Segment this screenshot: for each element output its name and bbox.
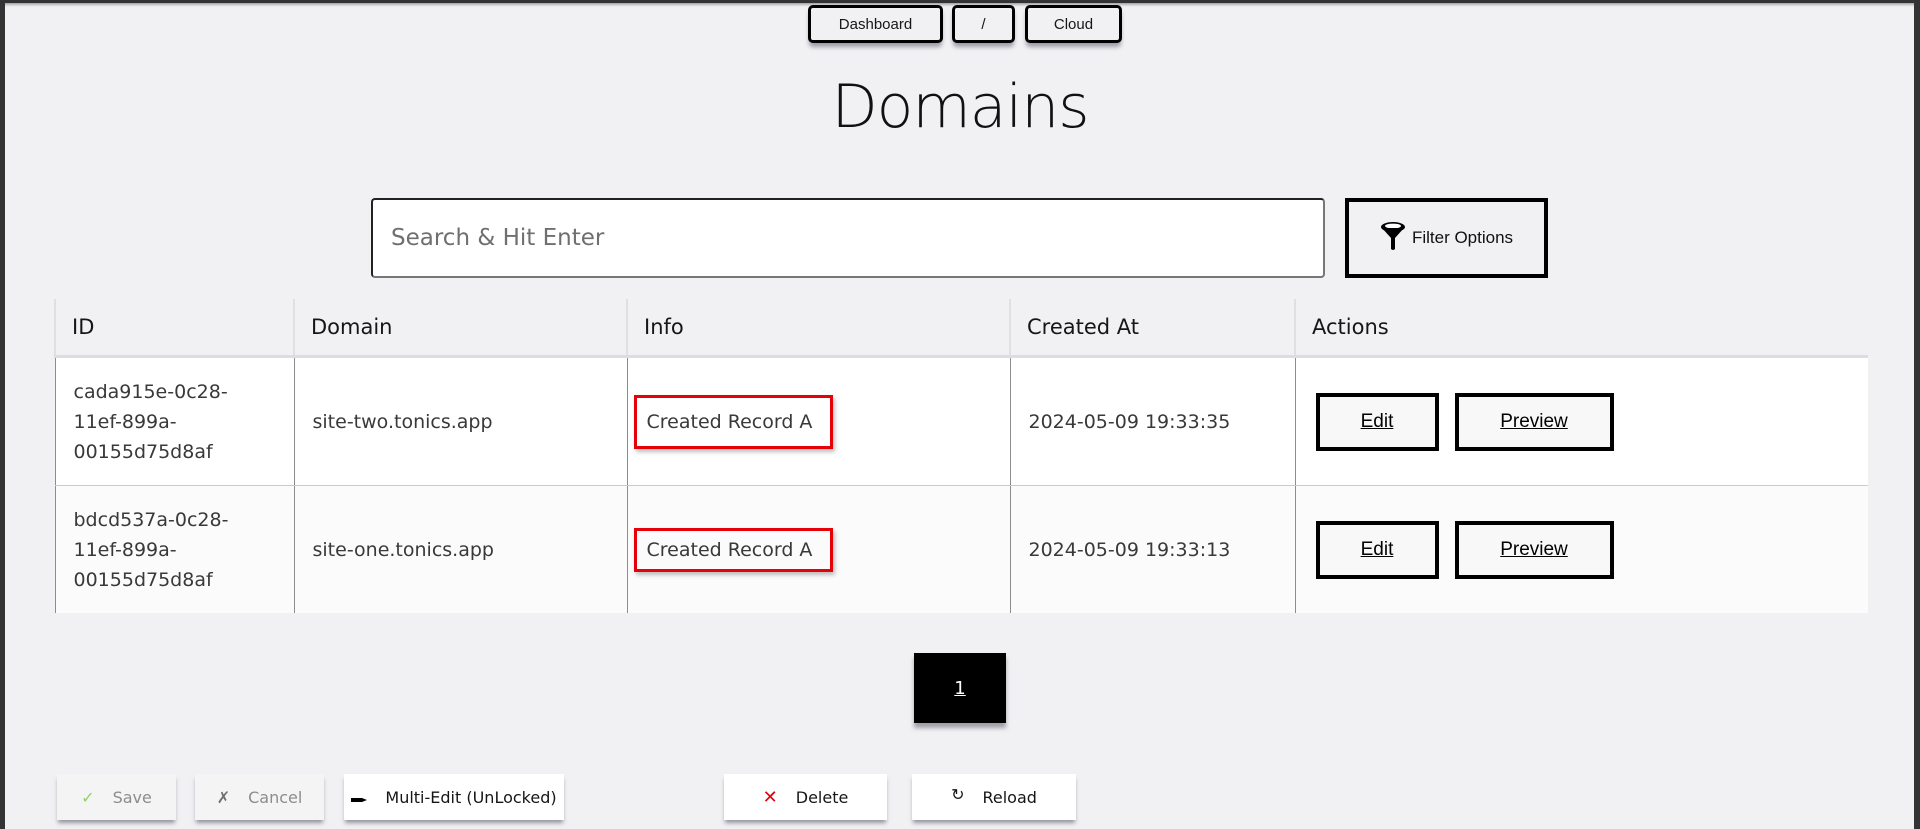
multi-edit-label: Multi-Edit (UnLocked) [385,787,557,807]
preview-button[interactable]: Preview [1454,392,1614,451]
reload-label: Reload [982,787,1037,807]
window-top-border [0,0,1920,3]
delete-x-icon: ✕ [762,786,778,808]
cell-info: Created Record A [626,356,1010,486]
breadcrumb-separator[interactable]: / [952,5,1015,43]
column-header-id[interactable]: ID [54,299,294,358]
filter-options-label: Filter Options [1411,228,1514,247]
cell-id: bdcd537a-0c28- 11ef-899a- 00155d75d8af [54,485,294,613]
info-badge: Created Record A [633,527,834,572]
cell-domain: site-one.tonics.app [293,485,627,613]
page-title: Domains [831,72,1089,142]
cell-domain: site-two.tonics.app [293,356,627,486]
cell-id: cada915e-0c28- 11ef-899a- 00155d75d8af [54,356,294,486]
column-header-info[interactable]: Info [626,299,1010,358]
cancel-x-icon: ✗ [216,787,231,807]
filter-options-button[interactable]: Filter Options [1345,198,1548,278]
delete-label: Delete [795,787,849,807]
id-line: 00155d75d8af [73,568,213,591]
multi-edit-button[interactable]: Multi-Edit (UnLocked) [344,774,564,820]
check-icon: ✓ [81,787,95,807]
table-header-row: ID Domain Info Created At Actions [54,299,1868,358]
id-line: 11ef-899a- [73,410,177,433]
save-label: Save [112,787,152,807]
id-line: 11ef-899a- [73,538,177,561]
edit-button[interactable]: Edit [1315,520,1439,579]
breadcrumb-dashboard[interactable]: Dashboard [808,5,943,43]
column-header-created-at[interactable]: Created At [1009,299,1295,358]
save-button[interactable]: ✓ Save [57,774,176,820]
cell-actions: Edit Preview [1294,356,1868,486]
id-line: cada915e-0c28- [73,380,228,403]
cell-created-at: 2024-05-09 19:33:13 [1009,485,1295,613]
reload-icon: ↻ [951,784,965,804]
id-line: bdcd537a-0c28- [73,508,229,531]
id-line: 00155d75d8af [73,440,213,463]
table-row[interactable]: cada915e-0c28- 11ef-899a- 00155d75d8af s… [54,356,1868,486]
column-header-actions: Actions [1294,299,1868,358]
search-input[interactable] [371,198,1325,278]
cell-created-at: 2024-05-09 19:33:35 [1009,356,1295,486]
pagination-page-1[interactable]: 1 [914,653,1006,723]
delete-button[interactable]: ✕ Delete [724,774,887,820]
reload-button[interactable]: ↻ Reload [912,774,1076,820]
cancel-label: Cancel [248,787,303,807]
breadcrumb-cloud[interactable]: Cloud [1025,5,1122,43]
domains-table: ID Domain Info Created At Actions cada91… [54,299,1868,613]
table-row[interactable]: bdcd537a-0c28- 11ef-899a- 00155d75d8af s… [54,485,1868,613]
pen-icon [351,788,368,807]
edit-button[interactable]: Edit [1315,392,1439,451]
cancel-button[interactable]: ✗ Cancel [195,774,324,820]
column-header-domain[interactable]: Domain [293,299,627,358]
cell-actions: Edit Preview [1294,485,1868,613]
info-badge: Created Record A [633,394,834,449]
funnel-icon [1380,221,1406,256]
cell-info: Created Record A [626,485,1010,613]
preview-button[interactable]: Preview [1454,520,1614,579]
